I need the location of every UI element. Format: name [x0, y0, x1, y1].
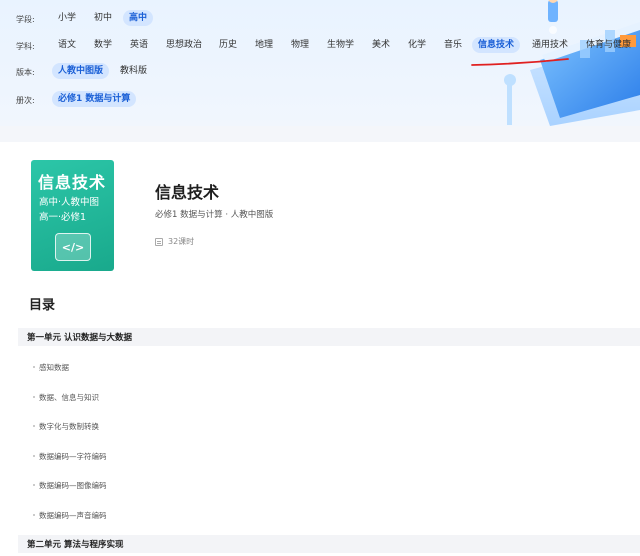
cover-line-2: 高一·必修1 — [39, 212, 87, 223]
edition-filter-row: 版本: 人教中图版 教科版 — [16, 63, 216, 79]
unit-title: 第二单元 算法与程序实现 — [27, 540, 124, 550]
unit-header[interactable]: 第一单元 认识数据与大数据 — [18, 328, 640, 346]
lesson-label: 数据编码—声音编码 — [39, 510, 107, 520]
edition-label: 版本: — [16, 68, 35, 77]
unit-title: 第一单元 认识数据与大数据 — [27, 333, 132, 343]
lesson-item[interactable]: 数据编码—声音编码 — [33, 509, 107, 521]
subject-option-math[interactable]: 数学 — [88, 37, 118, 53]
lesson-item[interactable]: 数据、信息与知识 — [33, 391, 99, 403]
lesson-label: 数据编码—图像编码 — [39, 480, 107, 490]
subject-option-geography[interactable]: 地理 — [249, 37, 279, 53]
lesson-label: 数字化与数制转换 — [39, 421, 99, 431]
stage-filter-row: 学段: 小学 初中 高中 — [16, 10, 216, 26]
subject-option-pe[interactable]: 体育与健康 — [580, 37, 637, 53]
toc-heading: 目录 — [29, 298, 56, 313]
code-icon: </> — [55, 233, 91, 261]
lesson-label: 数据、信息与知识 — [39, 392, 99, 402]
subject-option-music[interactable]: 音乐 — [438, 37, 468, 53]
bullet-icon — [33, 396, 35, 398]
stage-option-junior[interactable]: 初中 — [88, 10, 118, 26]
lesson-item[interactable]: 数据编码—字符编码 — [33, 450, 107, 462]
cover-line-1: 高中·人教中图 — [39, 197, 100, 208]
edition-option-pep[interactable]: 人教中图版 — [52, 63, 110, 79]
subject-label: 学科: — [16, 42, 35, 51]
filter-panel: 学段: 小学 初中 高中 学科: 语文 数学 英语 思想政治 历史 地理 物理 … — [0, 0, 640, 126]
subject-option-politics[interactable]: 思想政治 — [160, 37, 208, 53]
stage-label: 学段: — [16, 15, 35, 24]
subject-option-history[interactable]: 历史 — [213, 37, 243, 53]
course-hours: 32课时 — [155, 236, 194, 247]
hours-text: 32课时 — [168, 237, 195, 246]
stage-option-primary[interactable]: 小学 — [52, 10, 82, 26]
subject-filter-row: 学科: 语文 数学 英语 思想政治 历史 地理 物理 生物学 美术 化学 音乐 … — [16, 37, 636, 53]
bullet-icon — [33, 455, 35, 457]
lesson-item[interactable]: 感知数据 — [33, 361, 69, 373]
volume-label: 册次: — [16, 96, 35, 105]
volume-option-compulsory1[interactable]: 必修1 数据与计算 — [52, 91, 137, 107]
subject-option-biology[interactable]: 生物学 — [321, 37, 360, 53]
volume-filter-row: 册次: 必修1 数据与计算 — [16, 91, 216, 107]
course-subtitle: 必修1 数据与计算 · 人教中图版 — [155, 210, 274, 220]
subject-option-art[interactable]: 美术 — [366, 37, 396, 53]
bullet-icon — [33, 514, 35, 516]
subject-option-it[interactable]: 信息技术 — [472, 37, 521, 53]
unit-header[interactable]: 第二单元 算法与程序实现 — [18, 535, 640, 553]
stage-option-senior[interactable]: 高中 — [123, 10, 154, 26]
book-icon — [155, 237, 163, 246]
bullet-icon — [33, 366, 35, 368]
annotation-underline — [471, 58, 569, 66]
bullet-icon — [33, 425, 35, 427]
subject-option-chinese[interactable]: 语文 — [52, 37, 82, 53]
edition-option-jk[interactable]: 教科版 — [114, 63, 153, 79]
lesson-label: 数据编码—字符编码 — [39, 451, 107, 461]
section-divider — [0, 126, 640, 142]
subject-option-chemistry[interactable]: 化学 — [402, 37, 432, 53]
lesson-label: 感知数据 — [39, 362, 69, 372]
lesson-item[interactable]: 数字化与数制转换 — [33, 420, 99, 432]
subject-option-physics[interactable]: 物理 — [285, 37, 315, 53]
lesson-item[interactable]: 数据编码—图像编码 — [33, 479, 107, 491]
bullet-icon — [33, 484, 35, 486]
course-title: 信息技术 — [155, 183, 220, 202]
subject-option-english[interactable]: 英语 — [124, 37, 154, 53]
subject-option-general-tech[interactable]: 通用技术 — [526, 37, 574, 53]
course-cover[interactable]: 信息技术 高中·人教中图 高一·必修1 </> — [31, 160, 114, 271]
cover-title: 信息技术 — [38, 173, 107, 192]
